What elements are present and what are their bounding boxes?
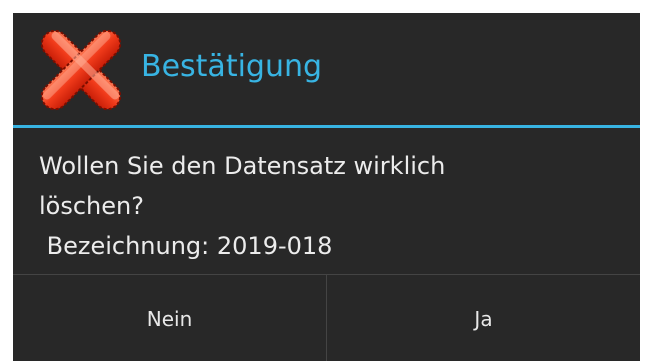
dialog-button-bar: Nein Ja <box>13 274 640 361</box>
message-line: Bezeichnung: 2019-018 <box>39 232 333 260</box>
close-x-icon <box>35 25 127 115</box>
dialog-message: Wollen Sie den Datensatz wirklich lösche… <box>39 146 619 266</box>
message-line: löschen? <box>39 192 144 220</box>
confirmation-dialog: Bestätigung Wollen Sie den Datensatz wir… <box>13 13 640 361</box>
dialog-title: Bestätigung <box>141 49 323 84</box>
title-divider <box>13 125 640 128</box>
message-line: Wollen Sie den Datensatz wirklich <box>39 152 446 180</box>
yes-button[interactable]: Ja <box>327 275 640 361</box>
no-button[interactable]: Nein <box>13 275 326 361</box>
dialog-title-bar: Bestätigung <box>13 13 640 125</box>
